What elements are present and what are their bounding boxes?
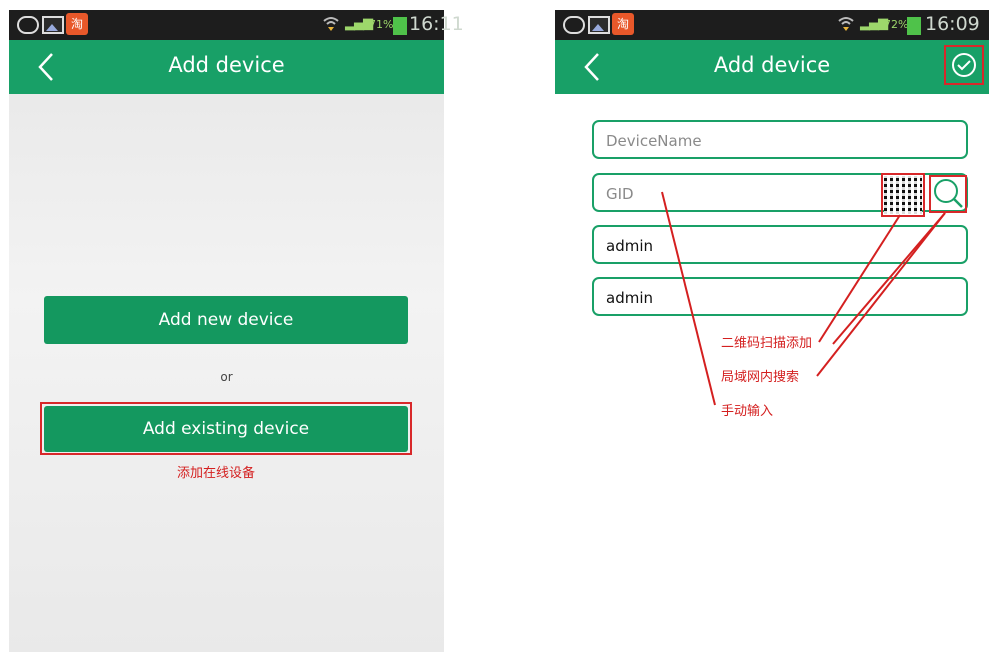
image-icon bbox=[42, 16, 64, 34]
annotation-manual-input: 手动输入 bbox=[721, 404, 774, 419]
annotation-qr-scan: 二维码扫描添加 bbox=[721, 336, 813, 351]
app-bar: Add device bbox=[9, 40, 444, 94]
battery-icon bbox=[393, 17, 407, 35]
annotation-lan-search: 局域网内搜索 bbox=[721, 370, 800, 385]
highlight-box bbox=[40, 402, 412, 455]
or-separator: or bbox=[220, 370, 233, 384]
left-screen: 淘 ▂▄▆ 71% 16:11 Add device Add new devic… bbox=[9, 10, 464, 652]
status-bar: 淘 ▂▄▆ 71% 16:11 bbox=[9, 10, 464, 40]
taobao-icon: 淘 bbox=[66, 13, 88, 35]
battery-percent: 71% bbox=[369, 18, 394, 31]
cloud-icon bbox=[17, 16, 39, 34]
annotation-lines bbox=[661, 191, 946, 406]
right-screen: 淘 ▂▄▆ 72% 16:09 Add device DeviceName GI… bbox=[555, 10, 989, 652]
annotation-add-online-device: 添加在线设备 bbox=[177, 466, 256, 481]
page-title: Add device bbox=[168, 53, 285, 77]
clock: 16:11 bbox=[409, 13, 464, 35]
add-new-device-button[interactable]: Add new device bbox=[44, 296, 408, 344]
wifi-icon bbox=[323, 17, 339, 31]
signal-icon: ▂▄▆ bbox=[345, 16, 373, 31]
